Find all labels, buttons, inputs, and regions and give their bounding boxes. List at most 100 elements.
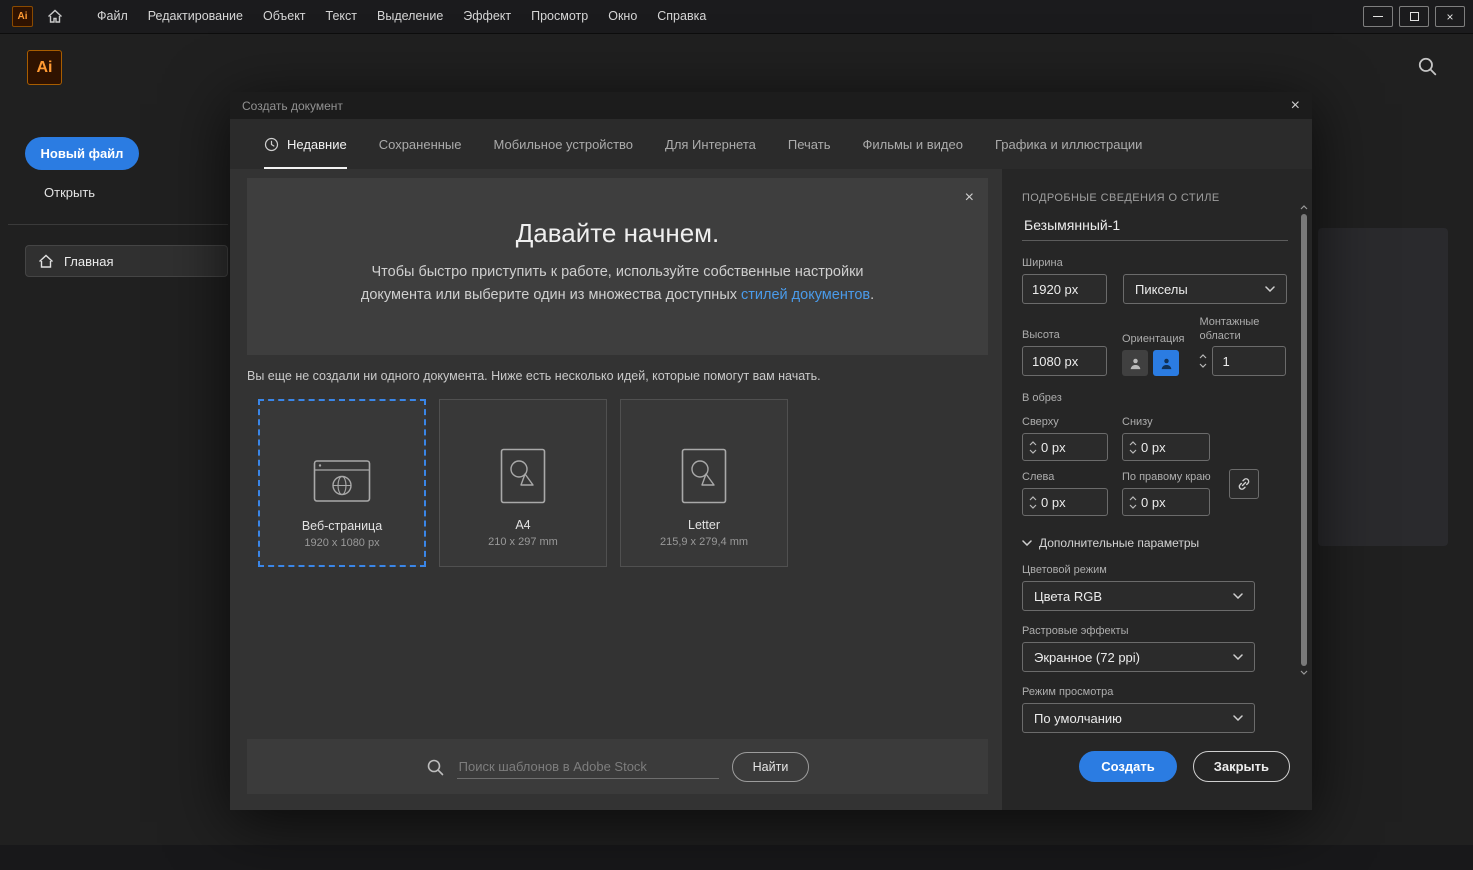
bleed-left-stepper[interactable]: 0 px xyxy=(1022,488,1108,516)
dialog-titlebar: Создать документ × xyxy=(230,92,1312,119)
menu-window[interactable]: Окно xyxy=(598,0,647,33)
banner-line1: Чтобы быстро приступить к работе, исполь… xyxy=(371,264,863,280)
document-icon xyxy=(500,400,546,504)
raster-effects-label: Растровые эффекты xyxy=(1022,625,1290,637)
background-panel xyxy=(1318,228,1448,546)
maximize-button[interactable] xyxy=(1399,6,1429,27)
scroll-down-icon[interactable] xyxy=(1300,670,1308,675)
artboards-value[interactable]: 1 xyxy=(1212,346,1286,376)
stock-search-input[interactable] xyxy=(457,755,719,779)
tab-art-illustration[interactable]: Графика и иллюстрации xyxy=(995,119,1142,169)
home-icon[interactable] xyxy=(47,9,63,24)
menu-view[interactable]: Просмотр xyxy=(521,0,598,33)
stepper-arrows-icon[interactable] xyxy=(1023,496,1041,509)
orientation-portrait-button[interactable] xyxy=(1122,350,1148,376)
bleed-left-label: Слева xyxy=(1022,471,1108,483)
bleed-right-label: По правому краю xyxy=(1122,471,1210,483)
tab-saved[interactable]: Сохраненные xyxy=(379,119,462,169)
bleed-top-stepper[interactable]: 0 px xyxy=(1022,433,1108,461)
clock-icon xyxy=(264,137,279,152)
menu-effect[interactable]: Эффект xyxy=(453,0,521,33)
advanced-options-expander[interactable]: Дополнительные параметры xyxy=(1022,536,1290,550)
minimize-button[interactable] xyxy=(1363,6,1393,27)
color-mode-value: Цвета RGB xyxy=(1034,589,1102,604)
menu-help[interactable]: Справка xyxy=(647,0,716,33)
menu-select[interactable]: Выделение xyxy=(367,0,453,33)
new-file-button[interactable]: Новый файл xyxy=(25,137,139,170)
stepper-arrows-icon[interactable] xyxy=(1123,441,1141,454)
illustrator-logo: Ai xyxy=(27,50,62,85)
artboards-label: Монтажные xyxy=(1199,316,1286,328)
template-name: Letter xyxy=(688,518,720,532)
close-dialog-button[interactable]: Закрыть xyxy=(1193,751,1290,782)
chevron-down-icon xyxy=(1233,715,1243,721)
create-button[interactable]: Создать xyxy=(1079,751,1176,782)
scroll-up-icon[interactable] xyxy=(1300,205,1308,210)
bleed-right-value: 0 px xyxy=(1141,495,1166,510)
width-input[interactable] xyxy=(1022,274,1107,304)
width-label: Ширина xyxy=(1022,257,1290,269)
sidebar-divider xyxy=(8,224,228,225)
document-presets-link[interactable]: стилей документов xyxy=(741,287,870,303)
bleed-link-button[interactable] xyxy=(1229,469,1259,499)
tab-film-video[interactable]: Фильмы и видео xyxy=(862,119,962,169)
raster-effects-dropdown[interactable]: Экранное (72 ppi) xyxy=(1022,642,1255,672)
template-card-letter[interactable]: Letter 215,9 x 279,4 mm xyxy=(620,399,788,567)
bleed-left-value: 0 px xyxy=(1041,495,1066,510)
window-titlebar: Ai Файл Редактирование Объект Текст Выде… xyxy=(0,0,1473,34)
window-controls: × xyxy=(1363,6,1465,27)
empty-state-hint: Вы еще не создали ни одного документа. Н… xyxy=(247,369,821,383)
menu-file[interactable]: Файл xyxy=(87,0,138,33)
template-name: Веб-страница xyxy=(302,519,382,533)
open-button[interactable]: Открыть xyxy=(44,185,95,200)
units-dropdown[interactable]: Пикселы xyxy=(1123,274,1287,304)
chevron-down-icon xyxy=(1022,540,1032,546)
dialog-close-icon[interactable]: × xyxy=(1291,98,1300,114)
tab-mobile[interactable]: Мобильное устройство xyxy=(494,119,634,169)
banner-close-icon[interactable]: × xyxy=(965,190,974,206)
landscape-icon xyxy=(1160,357,1173,370)
tab-web[interactable]: Для Интернета xyxy=(665,119,756,169)
bleed-top-label: Сверху xyxy=(1022,416,1108,428)
stepper-arrows-icon[interactable] xyxy=(1123,496,1141,509)
orientation-label: Ориентация xyxy=(1122,333,1184,345)
bleed-bottom-value: 0 px xyxy=(1141,440,1166,455)
find-button[interactable]: Найти xyxy=(732,752,810,782)
menu-type[interactable]: Текст xyxy=(316,0,367,33)
new-document-dialog: Создать документ × Недавние Сохраненные … xyxy=(230,92,1312,810)
bleed-bottom-stepper[interactable]: 0 px xyxy=(1122,433,1210,461)
bleed-label: В обрез xyxy=(1022,392,1290,404)
height-input[interactable] xyxy=(1022,346,1107,376)
template-card-web-page[interactable]: Веб-страница 1920 x 1080 px xyxy=(258,399,426,567)
raster-effects-value: Экранное (72 ppi) xyxy=(1034,650,1140,665)
preview-mode-dropdown[interactable]: По умолчанию xyxy=(1022,703,1255,733)
chain-link-icon xyxy=(1236,476,1252,492)
close-window-button[interactable]: × xyxy=(1435,6,1465,27)
artboards-stepper[interactable]: 1 xyxy=(1199,346,1286,376)
dialog-content: × Давайте начнем. Чтобы быстро приступит… xyxy=(230,169,1002,810)
color-mode-dropdown[interactable]: Цвета RGB xyxy=(1022,581,1255,611)
stepper-arrows-icon[interactable] xyxy=(1023,441,1041,454)
panel-scrollbar[interactable] xyxy=(1299,205,1308,765)
stepper-arrows-icon[interactable] xyxy=(1199,354,1207,368)
menu-edit[interactable]: Редактирование xyxy=(138,0,253,33)
menu-bar: Файл Редактирование Объект Текст Выделен… xyxy=(87,0,716,33)
color-mode-label: Цветовой режим xyxy=(1022,564,1290,576)
banner-line2-end: . xyxy=(870,287,874,303)
template-card-a4[interactable]: A4 210 x 297 mm xyxy=(439,399,607,567)
chevron-down-icon xyxy=(1233,593,1243,599)
tab-recent[interactable]: Недавние xyxy=(264,119,347,169)
bleed-bottom-label: Снизу xyxy=(1122,416,1210,428)
welcome-banner: × Давайте начнем. Чтобы быстро приступит… xyxy=(247,178,988,355)
menu-object[interactable]: Объект xyxy=(253,0,316,33)
template-name: A4 xyxy=(515,518,530,532)
orientation-landscape-button[interactable] xyxy=(1153,350,1179,376)
search-icon[interactable] xyxy=(1417,56,1437,76)
bleed-right-stepper[interactable]: 0 px xyxy=(1122,488,1210,516)
document-name-input[interactable] xyxy=(1022,214,1288,241)
tab-print[interactable]: Печать xyxy=(788,119,831,169)
scrollbar-thumb[interactable] xyxy=(1301,214,1307,666)
sidebar-item-home[interactable]: Главная xyxy=(25,245,228,277)
chevron-down-icon xyxy=(1233,654,1243,660)
dialog-tabs: Недавние Сохраненные Мобильное устройств… xyxy=(230,119,1312,169)
